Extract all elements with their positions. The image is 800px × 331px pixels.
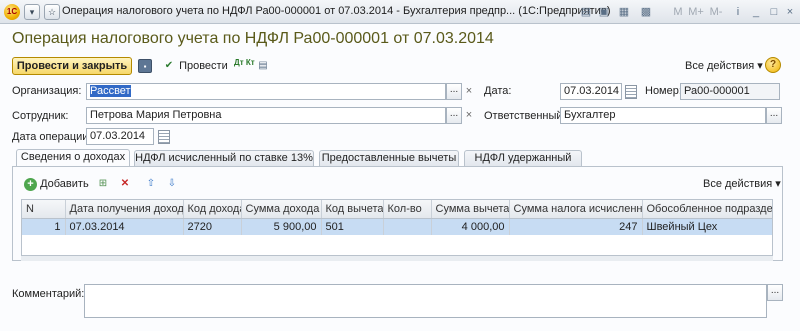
- star-icon[interactable]: ☆: [44, 4, 60, 20]
- calendar-icon[interactable]: ▦: [616, 4, 632, 20]
- responsible-label: Ответственный:: [484, 110, 566, 122]
- column-header[interactable]: Код дохода: [183, 200, 242, 219]
- date-label: Дата:: [484, 85, 512, 97]
- document-icon: ▤: [258, 60, 268, 72]
- organization-clear-button[interactable]: ×: [463, 83, 475, 100]
- operation-date-field[interactable]: 07.03.2014: [86, 128, 154, 145]
- date-calendar-icon[interactable]: [625, 85, 637, 99]
- table-row[interactable]: 1 07.03.2014 2720 5 900,00 501 4 000,00 …: [22, 218, 772, 235]
- all-actions-menu[interactable]: Все действия ▾: [685, 59, 763, 72]
- move-up-button[interactable]: ⇧: [144, 177, 158, 191]
- delete-row-button[interactable]: ✕: [118, 177, 132, 191]
- date-field[interactable]: 07.03.2014: [560, 83, 622, 100]
- post-icon: ✔: [164, 60, 174, 72]
- memory-m-button[interactable]: M: [670, 4, 686, 20]
- copy-icon[interactable]: ▤: [578, 4, 594, 20]
- employee-clear-button[interactable]: ×: [463, 107, 475, 124]
- income-table[interactable]: N Дата получения дохода Код дохода Сумма…: [21, 199, 773, 256]
- column-header[interactable]: Сумма дохода: [241, 200, 322, 219]
- table-cell[interactable]: 07.03.2014: [65, 218, 184, 235]
- table-cell[interactable]: [383, 218, 432, 235]
- app-logo-icon: 1С: [4, 4, 20, 20]
- column-header[interactable]: Сумма налога исчисленная: [509, 200, 643, 219]
- app-menu-button[interactable]: ▾: [24, 4, 40, 20]
- table-cell[interactable]: 501: [321, 218, 384, 235]
- table-cell[interactable]: 1: [22, 218, 66, 235]
- operation-date-label: Дата операции:: [12, 131, 92, 143]
- save-icon: ▪: [138, 59, 152, 74]
- add-label: Добавить: [40, 178, 89, 190]
- copy-row-button[interactable]: ⊞: [96, 177, 110, 191]
- calculator-icon[interactable]: ▩: [638, 4, 654, 20]
- memory-minus-button[interactable]: M-: [708, 4, 724, 20]
- comment-label: Комментарий:: [12, 288, 85, 300]
- employee-label: Сотрудник:: [12, 110, 69, 122]
- delete-icon: ✕: [120, 178, 130, 190]
- history-icon[interactable]: ▣: [596, 4, 612, 20]
- post-and-close-button[interactable]: Провести и закрыть: [12, 57, 132, 75]
- tab-ndfl-13[interactable]: НДФЛ исчисленный по ставке 13%: [134, 150, 314, 166]
- add-button[interactable]: + Добавить: [24, 177, 89, 191]
- comment-select-button[interactable]: ...: [767, 284, 783, 301]
- window-title: Операция налогового учета по НДФЛ Ра00-0…: [62, 5, 611, 17]
- column-header[interactable]: Код вычета: [321, 200, 384, 219]
- table-cell[interactable]: 4 000,00: [431, 218, 510, 235]
- minimize-icon[interactable]: _: [748, 4, 764, 20]
- info-icon[interactable]: i: [730, 4, 746, 20]
- title-bar: 1С ▾ ☆ Операция налогового учета по НДФЛ…: [0, 0, 800, 24]
- responsible-field[interactable]: Бухгалтер: [560, 107, 766, 124]
- copy-row-icon: ⊞: [98, 178, 108, 190]
- comment-field[interactable]: [84, 284, 767, 318]
- maximize-icon[interactable]: □: [766, 4, 782, 20]
- save-button[interactable]: ▪: [138, 57, 152, 75]
- column-header[interactable]: N: [22, 200, 66, 219]
- tab-deductions[interactable]: Предоставленные вычеты: [319, 150, 459, 166]
- arrow-down-icon: ⇩: [167, 178, 177, 190]
- table-cell[interactable]: 2720: [183, 218, 242, 235]
- table-all-actions-menu[interactable]: Все действия ▾: [703, 177, 781, 191]
- organization-label: Организация:: [12, 85, 82, 97]
- arrow-up-icon: ⇧: [146, 178, 156, 190]
- dtkt-icon: Дт Кт: [234, 58, 255, 68]
- help-button[interactable]: ?: [765, 57, 781, 73]
- move-down-button[interactable]: ⇩: [165, 177, 179, 191]
- table-cell[interactable]: 247: [509, 218, 643, 235]
- column-header[interactable]: Кол-во: [383, 200, 432, 219]
- column-header[interactable]: Обособленное подразделение: [642, 200, 772, 219]
- number-label: Номер:: [645, 85, 682, 97]
- post-button[interactable]: ✔ Провести: [162, 57, 228, 75]
- page-title: Операция налогового учета по НДФЛ Ра00-0…: [12, 30, 494, 47]
- tab-income-info[interactable]: Сведения о доходах: [16, 149, 130, 167]
- table-cell[interactable]: 5 900,00: [241, 218, 322, 235]
- memory-plus-button[interactable]: M+: [688, 4, 704, 20]
- table-header: N Дата получения дохода Код дохода Сумма…: [22, 200, 772, 219]
- employee-field[interactable]: Петрова Мария Петровна: [86, 107, 446, 124]
- number-field[interactable]: Ра00-000001: [680, 83, 780, 100]
- tab-ndfl-withheld[interactable]: НДФЛ удержанный: [464, 150, 582, 166]
- close-icon[interactable]: ×: [782, 4, 798, 20]
- responsible-select-button[interactable]: ...: [766, 107, 782, 124]
- table-cell[interactable]: Швейный Цех: [642, 218, 772, 235]
- column-header[interactable]: Сумма вычета: [431, 200, 510, 219]
- organization-select-button[interactable]: ...: [446, 83, 462, 100]
- operation-date-calendar-icon[interactable]: [158, 130, 170, 144]
- column-header[interactable]: Дата получения дохода: [65, 200, 184, 219]
- table-scrollbar[interactable]: [21, 256, 773, 261]
- employee-select-button[interactable]: ...: [446, 107, 462, 124]
- organization-field[interactable]: Рассвет: [86, 83, 446, 100]
- dtkt-button[interactable]: Дт Кт: [234, 57, 255, 75]
- print-button[interactable]: ▤: [256, 57, 270, 75]
- add-icon: +: [24, 177, 37, 191]
- post-label: Провести: [179, 60, 228, 72]
